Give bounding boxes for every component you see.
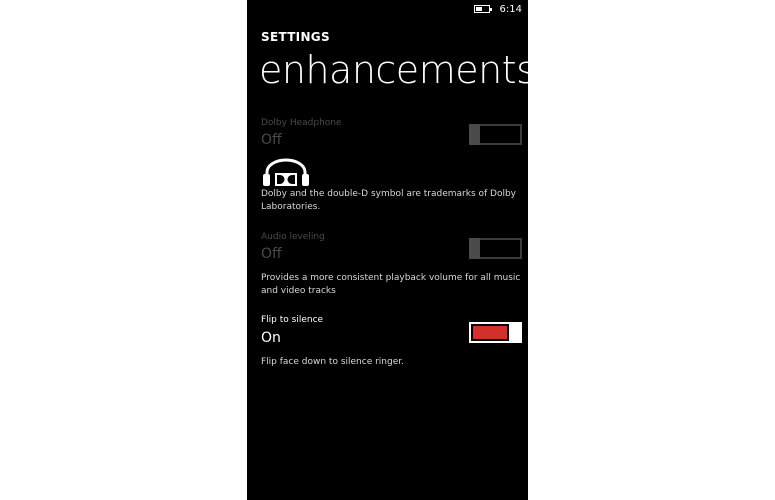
flip-to-silence-description: Flip face down to silence ringer.	[261, 357, 404, 367]
page-title: enhancements	[259, 48, 528, 92]
dolby-headphone-label: Dolby Headphone	[261, 118, 342, 128]
status-bar: 6:14	[473, 2, 522, 16]
toggle-thumb	[469, 238, 480, 259]
audio-leveling-toggle[interactable]	[469, 238, 522, 259]
app-title: SETTINGS	[261, 30, 330, 44]
flip-to-silence-value: On	[261, 330, 281, 346]
battery-icon	[473, 5, 492, 13]
toggle-track	[469, 322, 511, 343]
audio-leveling-description: Provides a more consistent playback volu…	[261, 273, 521, 296]
audio-leveling-value: Off	[261, 246, 282, 262]
toggle-thumb	[510, 322, 522, 343]
phone-screen: 6:14 SETTINGS enhancements Dolby Headpho…	[247, 0, 528, 500]
audio-leveling-label: Audio leveling	[261, 232, 325, 242]
dolby-headphone-toggle[interactable]	[469, 124, 522, 145]
flip-to-silence-label: Flip to silence	[261, 315, 324, 325]
flip-to-silence-toggle[interactable]	[469, 322, 522, 343]
clock: 6:14	[499, 3, 522, 15]
dolby-headphone-icon	[263, 158, 309, 186]
toggle-thumb	[469, 124, 480, 145]
dolby-headphone-value: Off	[261, 132, 282, 148]
dolby-trademark-text: Dolby and the double-D symbol are tradem…	[261, 189, 517, 212]
